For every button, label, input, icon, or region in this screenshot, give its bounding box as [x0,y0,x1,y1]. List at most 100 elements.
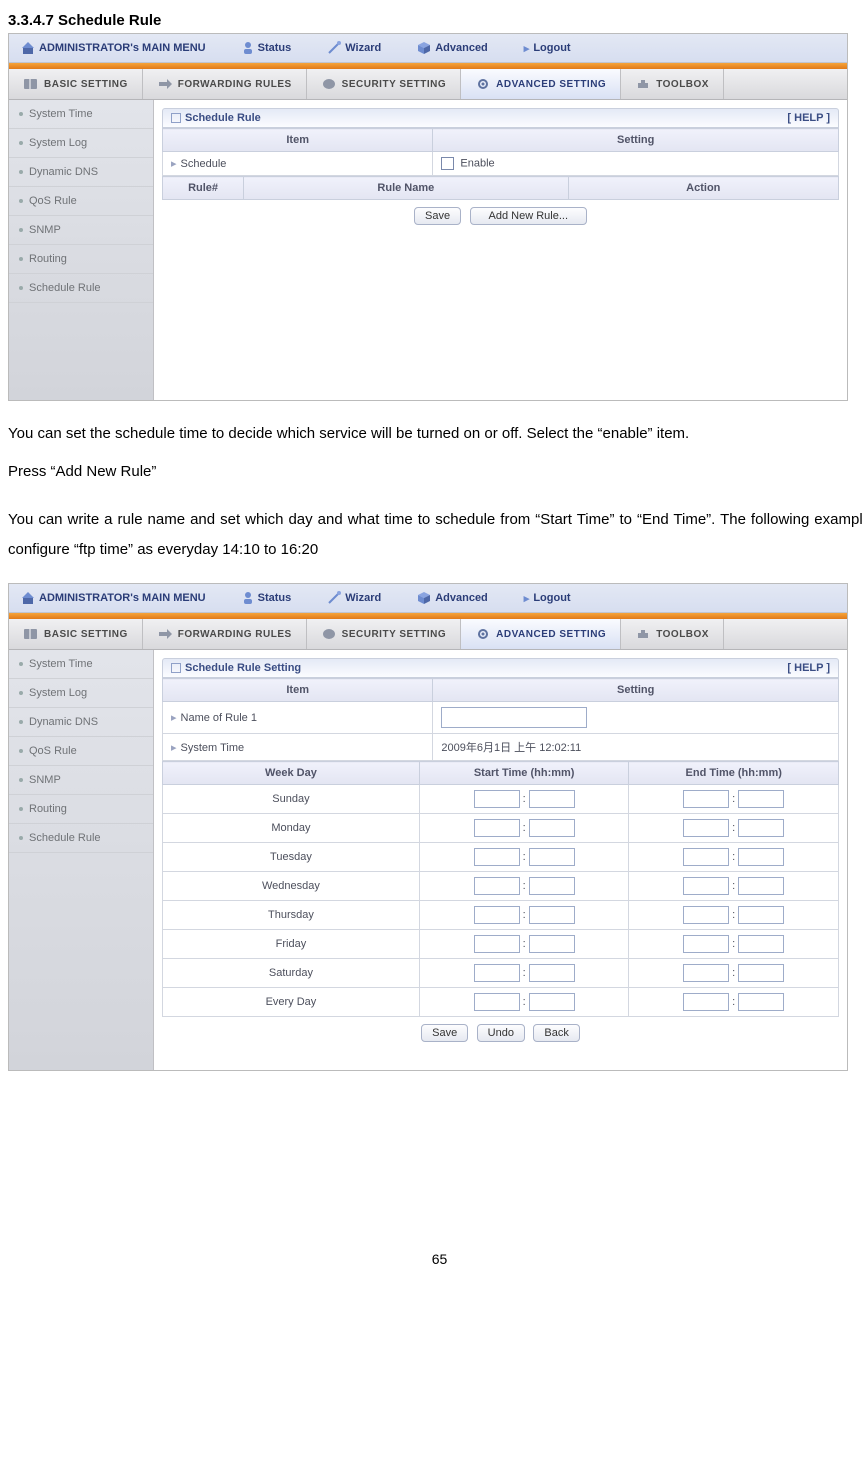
main-menu-logout-2[interactable]: ▸ Logout [506,584,589,612]
cube-icon [417,41,431,55]
tab-advanced-setting[interactable]: ADVANCED SETTING [461,69,621,99]
help-link[interactable]: [ HELP ] [787,112,830,124]
rule-name-input[interactable] [441,707,587,728]
end-hh-input[interactable] [683,906,729,924]
shield-icon [321,77,337,91]
end-mm-input[interactable] [738,935,784,953]
end-mm-input[interactable] [738,790,784,808]
book-icon [23,627,39,641]
weekday-row: Saturday:: [163,959,839,988]
start-hh-input[interactable] [474,877,520,895]
end-hh-input[interactable] [683,848,729,866]
main-menu-wizard[interactable]: Wizard [309,34,399,62]
start-mm-input[interactable] [529,993,575,1011]
weekday-row: Friday:: [163,930,839,959]
square-icon [171,663,181,673]
start-mm-input[interactable] [529,790,575,808]
sidebar-item-system-time-2[interactable]: System Time [9,650,153,679]
main-menu-logout[interactable]: ▸ Logout [506,34,589,62]
end-time-cell: : [629,988,839,1017]
sidebar-item-schedule-rule-2[interactable]: Schedule Rule [9,824,153,853]
tab-forwarding-rules[interactable]: FORWARDING RULES [143,69,307,99]
start-time-cell: : [419,872,629,901]
tab-toolbox[interactable]: TOOLBOX [621,69,724,99]
sidebar-item-qos-rule-2[interactable]: QoS Rule [9,737,153,766]
start-hh-input[interactable] [474,848,520,866]
tab-basic-setting-2[interactable]: BASIC SETTING [9,619,143,649]
sidebar-item-system-log[interactable]: System Log [9,129,153,158]
gear-icon [475,77,491,91]
save-button[interactable]: Save [414,207,461,225]
end-hh-input[interactable] [683,935,729,953]
start-mm-input[interactable] [529,906,575,924]
sidebar-item-system-time[interactable]: System Time [9,100,153,129]
save-button-2[interactable]: Save [421,1024,468,1042]
book-icon [23,77,39,91]
start-time-cell: : [419,959,629,988]
person-icon [242,591,254,605]
sidebar-item-snmp[interactable]: SNMP [9,216,153,245]
start-mm-input[interactable] [529,964,575,982]
end-mm-input[interactable] [738,819,784,837]
end-time-cell: : [629,901,839,930]
main-menu-wizard-2[interactable]: Wizard [309,584,399,612]
main-menu-advanced[interactable]: Advanced [399,34,506,62]
tab-security-setting-2[interactable]: SECURITY SETTING [307,619,462,649]
start-hh-input[interactable] [474,906,520,924]
start-hh-input[interactable] [474,993,520,1011]
start-hh-input[interactable] [474,964,520,982]
end-time-cell: : [629,959,839,988]
sidebar-item-snmp-2[interactable]: SNMP [9,766,153,795]
undo-button[interactable]: Undo [477,1024,525,1042]
start-hh-input[interactable] [474,935,520,953]
start-mm-input[interactable] [529,935,575,953]
tab-security-setting[interactable]: SECURITY SETTING [307,69,462,99]
tab-advanced-setting-2[interactable]: ADVANCED SETTING [461,619,621,649]
panel-title-bar-2: Schedule Rule Setting [ HELP ] [162,658,839,678]
end-mm-input[interactable] [738,964,784,982]
main-menu-status[interactable]: Status [224,34,310,62]
end-hh-input[interactable] [683,790,729,808]
row-system-time-value: 2009年6月1日 上午 12:02:11 [433,734,839,761]
row-name-label: ▸Name of Rule 1 [163,702,433,734]
end-mm-input[interactable] [738,993,784,1011]
main-menu-advanced-2[interactable]: Advanced [399,584,506,612]
enable-checkbox[interactable] [441,157,454,170]
tab-basic-setting[interactable]: BASIC SETTING [9,69,143,99]
sidebar-item-routing-2[interactable]: Routing [9,795,153,824]
sidebar-item-dynamic-dns-2[interactable]: Dynamic DNS [9,708,153,737]
sidebar-item-system-log-2[interactable]: System Log [9,679,153,708]
weekday-row: Every Day:: [163,988,839,1017]
sidebar-item-schedule-rule[interactable]: Schedule Rule [9,274,153,303]
end-mm-input[interactable] [738,848,784,866]
sidebar-item-qos-rule[interactable]: QoS Rule [9,187,153,216]
help-link-2[interactable]: [ HELP ] [787,662,830,674]
start-hh-input[interactable] [474,819,520,837]
panel-title: Schedule Rule [185,112,261,124]
row-system-time-label: ▸System Time [163,734,433,761]
end-mm-input[interactable] [738,877,784,895]
sidebar-item-dynamic-dns[interactable]: Dynamic DNS [9,158,153,187]
start-hh-input[interactable] [474,790,520,808]
end-time-cell: : [629,814,839,843]
start-mm-input[interactable] [529,877,575,895]
start-mm-input[interactable] [529,848,575,866]
end-mm-input[interactable] [738,906,784,924]
row-schedule-setting: Enable [433,152,839,176]
weekday-label: Thursday [163,901,420,930]
add-new-rule-button[interactable]: Add New Rule... [470,207,587,225]
header-setting-2: Setting [433,679,839,702]
end-hh-input[interactable] [683,964,729,982]
end-hh-input[interactable] [683,877,729,895]
doc-para-2: Press “Add New Rule” [8,457,863,487]
tab-forwarding-rules-2[interactable]: FORWARDING RULES [143,619,307,649]
end-hh-input[interactable] [683,819,729,837]
back-button[interactable]: Back [533,1024,579,1042]
sidebar-item-routing[interactable]: Routing [9,245,153,274]
end-hh-input[interactable] [683,993,729,1011]
item-setting-table-2: Item Setting ▸Name of Rule 1 ▸System Tim… [162,678,839,761]
router-ui-schedule-rule: ADMINISTRATOR's MAIN MENU Status Wizard … [8,33,848,401]
start-mm-input[interactable] [529,819,575,837]
tab-toolbox-2[interactable]: TOOLBOX [621,619,724,649]
main-menu-status-2[interactable]: Status [224,584,310,612]
